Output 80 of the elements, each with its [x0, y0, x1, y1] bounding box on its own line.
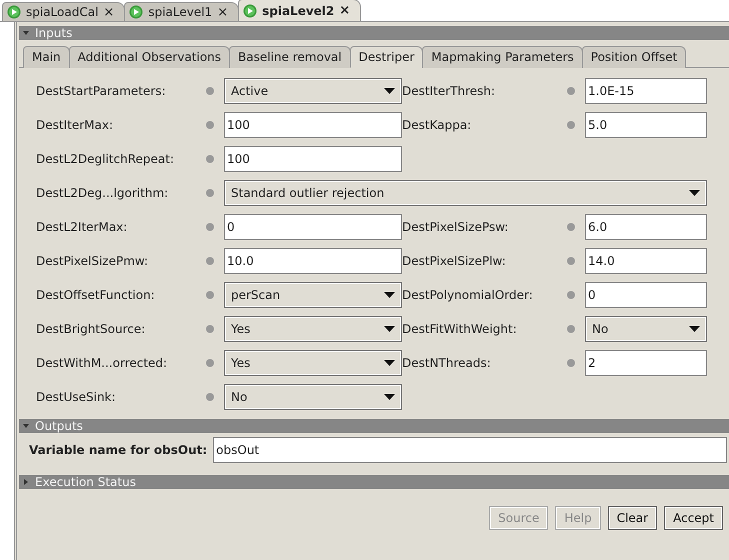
field-label: DestStartParameters:	[36, 84, 167, 98]
status-dot	[567, 325, 575, 333]
dropdown[interactable]: Active	[224, 78, 402, 104]
dropdown-arrow-icon	[384, 88, 395, 94]
status-dot	[206, 257, 214, 265]
dropdown[interactable]: No	[224, 384, 402, 410]
play-icon	[243, 4, 258, 18]
status-dot	[206, 87, 214, 95]
status-dot	[567, 359, 575, 367]
dropdown-arrow-icon	[384, 394, 395, 400]
tab[interactable]: Additional Observations	[68, 46, 230, 68]
play-icon	[129, 5, 144, 19]
field-label: DestPolynomialOrder:	[402, 288, 534, 302]
dropdown-arrow-icon	[384, 292, 395, 298]
status-dot	[206, 155, 214, 163]
dropdown[interactable]: Yes	[224, 350, 402, 376]
caret-down-icon[interactable]	[23, 423, 29, 429]
caret-down-icon[interactable]	[23, 30, 29, 36]
status-dot	[206, 359, 214, 367]
dropdown[interactable]: perScan	[224, 282, 402, 308]
field-label: DestL2Deg...lgorithm:	[36, 186, 170, 200]
field-label: DestWithM...orrected:	[36, 356, 168, 370]
field-label: DestUseSink:	[36, 390, 117, 404]
field-label: DestNThreads:	[402, 356, 492, 370]
dropdown-arrow-icon	[384, 360, 395, 366]
tab[interactable]: Destriper	[350, 46, 424, 68]
status-dot	[567, 87, 575, 95]
dropdown[interactable]: Yes	[224, 316, 402, 342]
text-field[interactable]: 100	[224, 146, 402, 172]
dropdown-arrow-icon	[689, 326, 700, 332]
text-field[interactable]: 5.0	[585, 112, 707, 138]
field-label: DestIterThresh:	[402, 84, 496, 98]
action-button[interactable]: Accept	[664, 506, 723, 530]
text-field[interactable]: 100	[224, 112, 402, 138]
dropdown-arrow-icon	[689, 190, 700, 196]
field-label: DestIterMax:	[36, 118, 114, 132]
status-dot	[206, 393, 214, 401]
tab[interactable]: Position Offset	[582, 46, 686, 68]
field-label: DestPixelSizePlw:	[402, 254, 507, 268]
text-field[interactable]: obsOut	[213, 437, 727, 463]
caret-right-icon[interactable]	[23, 479, 29, 485]
field-label: DestFitWithWeight:	[402, 322, 518, 336]
field-label: Variable name for obsOut:	[29, 443, 208, 457]
action-button[interactable]: Clear	[608, 506, 658, 530]
editor-tab[interactable]: spiaLoadCal ×	[2, 2, 126, 21]
status-dot	[206, 121, 214, 129]
field-label: DestL2IterMax:	[36, 220, 128, 234]
field-label: DestBrightSource:	[36, 322, 146, 336]
status-dot	[567, 291, 575, 299]
status-dot	[567, 257, 575, 265]
play-icon	[7, 5, 21, 19]
text-field[interactable]: 10.0	[224, 248, 402, 274]
status-dot	[206, 223, 214, 231]
field-label: DestPixelSizePsw:	[402, 220, 510, 234]
text-field[interactable]: 2	[585, 350, 707, 376]
tab[interactable]: Baseline removal	[229, 46, 351, 68]
text-field[interactable]: 0	[224, 214, 402, 240]
field-label: DestL2DeglitchRepeat:	[36, 152, 175, 166]
close-icon[interactable]: ×	[103, 4, 114, 20]
status-dot	[206, 189, 214, 197]
dropdown-arrow-icon	[384, 326, 395, 332]
field-label: DestPixelSizePmw:	[36, 254, 150, 268]
close-icon[interactable]: ×	[339, 3, 350, 18]
editor-tab[interactable]: spiaLevel2 ×	[238, 0, 362, 21]
text-field[interactable]: 14.0	[585, 248, 707, 274]
status-dot	[567, 223, 575, 231]
dropdown[interactable]: Standard outlier rejection	[224, 180, 707, 206]
status-dot	[206, 291, 214, 299]
close-icon[interactable]: ×	[217, 4, 228, 20]
field-label: DestOffsetFunction:	[36, 288, 156, 302]
dropdown[interactable]: No	[585, 316, 707, 342]
editor-tab[interactable]: spiaLevel1 ×	[124, 2, 240, 21]
text-field[interactable]: 6.0	[585, 214, 707, 240]
tab[interactable]: Main	[23, 46, 70, 68]
tab[interactable]: Mapmaking Parameters	[422, 46, 583, 68]
text-field[interactable]: 0	[585, 282, 707, 308]
status-dot	[567, 121, 575, 129]
status-dot	[206, 325, 214, 333]
field-label: DestKappa:	[402, 118, 472, 132]
text-field[interactable]: 1.0E-15	[585, 78, 707, 104]
